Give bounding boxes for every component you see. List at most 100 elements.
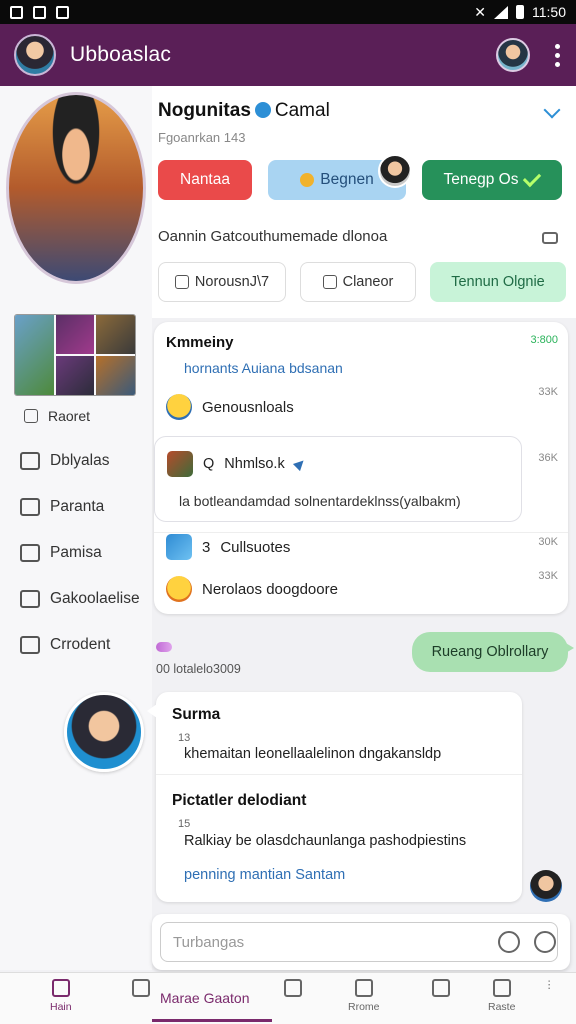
profile-tagline: Oannin Gatcouthumemade dlonoa: [158, 228, 388, 245]
feed-card-subtitle[interactable]: hornants Auiana bdsanan: [184, 360, 343, 376]
battery-icon: [516, 5, 524, 19]
nav-play[interactable]: [132, 979, 150, 1001]
nav-more[interactable]: ⋮: [544, 979, 555, 991]
nested-message[interactable]: Q Nhmlso.k la botleandamdad solnentardek…: [154, 436, 522, 522]
nested-header: Q Nhmlso.k: [167, 451, 307, 477]
clock: 11:50: [532, 4, 566, 20]
sidebar-item-pamisa[interactable]: Pamisa: [20, 530, 140, 576]
blue-action-button[interactable]: Begnen: [268, 154, 412, 200]
nav-active-label[interactable]: Marae Gaaton: [160, 990, 250, 1006]
gallery-thumb[interactable]: [55, 315, 95, 354]
nav-explore[interactable]: [432, 979, 450, 1001]
attachment-icon[interactable]: [534, 931, 556, 953]
nav-home[interactable]: Hain: [50, 979, 72, 1013]
thumbnail-icon: [167, 451, 193, 477]
nav-label: Rrome: [348, 1001, 380, 1013]
divider: [156, 774, 522, 775]
more-options-icon[interactable]: [552, 43, 562, 67]
nav-profile[interactable]: Raste: [488, 979, 515, 1013]
list-item-label: Genousnloals: [202, 398, 294, 416]
timestamp: 3:800: [530, 334, 558, 346]
sidebar: Raoret Dblyalas Paranta Pamisa Gakoolael…: [0, 86, 152, 970]
cloud-icon: [322, 275, 337, 289]
nav-messages[interactable]: [284, 979, 302, 1001]
nested-prefix: Q: [203, 456, 215, 472]
feed-card[interactable]: Kmmeiny 3:800 hornants Auiana bdsanan 33…: [154, 322, 568, 614]
list-item[interactable]: 3 Cullsuotes: [166, 534, 290, 560]
sidebar-item-label: Gakoolaelise: [50, 590, 140, 607]
sidebar-item-gakoolaelise[interactable]: Gakoolaelise: [20, 576, 140, 622]
pill-button-1[interactable]: NorousnJ\7: [158, 262, 286, 302]
message-title: Surma: [172, 706, 221, 723]
user-avatar[interactable]: [14, 34, 56, 76]
mail-icon: [20, 498, 40, 516]
profile-avatar-button[interactable]: [496, 38, 530, 72]
message-meta: 00 lotalelo3009: [156, 662, 241, 676]
gallery-thumb[interactable]: [96, 356, 135, 395]
chevron-down-icon[interactable]: [543, 101, 561, 119]
nav-label: Hain: [50, 1001, 72, 1013]
list-item[interactable]: Genousnloals: [166, 394, 294, 420]
nav-label: Raste: [488, 1001, 516, 1013]
info-icon: [24, 409, 38, 423]
message-number: 13: [178, 732, 191, 744]
profile-card: Nogunitas Camal Fgoanrkan 143 Nantaa Begn…: [152, 86, 576, 318]
sidebar-item-crrodent[interactable]: Crrodent: [20, 622, 140, 668]
pill-button-2[interactable]: Claneor: [300, 262, 416, 302]
profile-subtitle: Fgoanrkan 143: [158, 130, 246, 145]
sender-avatar[interactable]: [64, 692, 144, 772]
emoji-picker-icon[interactable]: [498, 931, 520, 953]
list-item[interactable]: Nerolaos doogdoore: [166, 576, 338, 602]
sidebar-item-label: Pamisa: [50, 544, 102, 561]
document-icon: [20, 636, 40, 654]
profile-name-text: Nogunitas: [158, 100, 251, 121]
app-icon: [166, 534, 192, 560]
status-bar: ✕ 11:50: [0, 0, 576, 24]
notification-icon: [33, 5, 46, 19]
gallery-thumb[interactable]: [15, 315, 54, 395]
notification-icon: [56, 5, 69, 19]
pill-button-3[interactable]: Tennun Olgnie: [430, 262, 566, 302]
pill-label: NorousnJ\7: [194, 274, 270, 290]
home-icon: [51, 979, 70, 997]
reaction-icon: [156, 642, 172, 652]
notification-icon: [10, 5, 23, 19]
avatar[interactable]: [530, 870, 562, 902]
gallery-thumb[interactable]: [55, 356, 95, 395]
arrow-icon: [292, 456, 307, 472]
nav-notifications[interactable]: Rrome: [348, 979, 380, 1013]
message-link[interactable]: penning mantian Santam: [184, 867, 345, 883]
profile-name-suffix: Camal: [274, 100, 330, 121]
mute-icon: ✕: [474, 3, 486, 20]
red-action-button[interactable]: Nantaa: [158, 160, 252, 200]
feed-card-title: Kmmeiny: [166, 334, 234, 351]
camera-icon[interactable]: [542, 232, 558, 244]
action-buttons: Nantaa Begnen Tenegp Os: [158, 154, 562, 200]
sidebar-item-raoret[interactable]: Raoret: [20, 404, 140, 428]
verified-icon: [254, 102, 271, 118]
settings-icon: [20, 590, 40, 608]
timestamp: 33K: [538, 570, 558, 582]
media-gallery[interactable]: [14, 314, 136, 396]
more-options-icon: ⋮: [544, 979, 555, 991]
list-item-label: Nerolaos doogdoore: [202, 580, 338, 598]
nested-text: la botleandamdad solnentardeklnss(yalbak…: [179, 493, 461, 509]
sidebar-item-label: Raoret: [48, 408, 91, 424]
bottom-navigation: Hain Rrome Raste ⋮: [0, 972, 576, 1024]
received-message-card[interactable]: Surma 13 khemaitan leonellaalelinon dnga…: [147, 692, 522, 902]
green-action-button[interactable]: Tenegp Os: [422, 160, 562, 200]
nav-active-indicator: [152, 1019, 272, 1022]
profile-hero-avatar[interactable]: [6, 92, 146, 284]
play-icon: [132, 979, 150, 997]
message-composer: Turbangas: [152, 914, 570, 970]
nested-title: Nhmlso.k: [224, 456, 285, 472]
blue-action-label: Begnen: [320, 171, 374, 188]
gallery-thumb[interactable]: [96, 315, 135, 354]
sent-message-bubble[interactable]: Rueang Oblrollary: [412, 632, 574, 672]
green-action-label: Tenegp Os: [443, 171, 519, 188]
sidebar-item-dblyalas[interactable]: Dblyalas: [20, 438, 140, 484]
signal-icon: [494, 5, 508, 19]
list-item-label: Cullsuotes: [220, 538, 291, 556]
check-icon: [523, 168, 542, 188]
sidebar-item-paranta[interactable]: Paranta: [20, 484, 140, 530]
